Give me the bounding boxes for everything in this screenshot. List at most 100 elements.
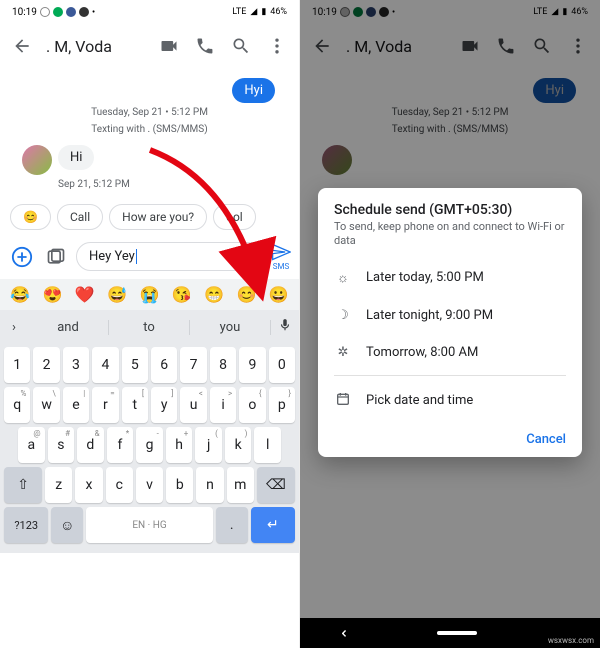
schedule-option-pick[interactable]: Pick date and time — [334, 380, 566, 422]
emoji[interactable]: 😂 — [10, 285, 30, 304]
key[interactable]: x — [75, 467, 102, 503]
key[interactable]: d& — [77, 427, 104, 463]
status-battery: 46% — [270, 7, 287, 17]
search-icon[interactable] — [229, 34, 253, 58]
key[interactable]: 6 — [151, 347, 177, 383]
period-key[interactable]: . — [216, 507, 248, 543]
key[interactable]: 7 — [180, 347, 206, 383]
key[interactable]: 2 — [33, 347, 59, 383]
more-icon[interactable] — [265, 34, 289, 58]
key[interactable]: k) — [225, 427, 252, 463]
conversation-title[interactable]: . M, Voda — [46, 37, 145, 56]
status-app-icon — [53, 7, 63, 17]
key[interactable]: m — [227, 467, 254, 503]
key[interactable]: 0 — [269, 347, 295, 383]
emoji[interactable]: ❤️ — [75, 285, 95, 304]
key[interactable]: 9 — [239, 347, 265, 383]
message-text: Hey Yey — [89, 249, 135, 264]
call-icon[interactable] — [193, 34, 217, 58]
emoji[interactable]: 😭 — [140, 285, 160, 304]
key[interactable]: 4 — [92, 347, 118, 383]
key[interactable]: y] — [151, 387, 177, 423]
key[interactable]: g- — [136, 427, 163, 463]
shift-key[interactable]: ⇧ — [4, 467, 42, 503]
schedule-option-tomorrow[interactable]: ✲ Tomorrow, 8:00 AM — [334, 334, 566, 371]
emoji[interactable]: 😁 — [204, 285, 224, 304]
emoji[interactable]: 😊 — [237, 285, 257, 304]
key[interactable]: t[ — [122, 387, 148, 423]
schedule-send-dialog: Schedule send (GMT+05:30) To send, keep … — [318, 188, 582, 457]
battery-icon: ▮ — [261, 7, 266, 17]
symbols-key[interactable]: ?123 — [4, 507, 48, 543]
suggestion[interactable]: to — [109, 320, 190, 335]
smart-reply-chip[interactable]: 😊 — [10, 204, 51, 230]
emoji-icon[interactable] — [238, 246, 256, 268]
sunrise-icon: ✲ — [334, 345, 352, 360]
key[interactable]: q% — [4, 387, 30, 423]
suggestion[interactable]: and — [28, 320, 109, 335]
nav-back-icon[interactable]: ⌄ — [338, 626, 357, 639]
enter-key[interactable]: ↵ — [251, 507, 295, 543]
phone-right: 10:19 • LTE ◢ ▮ 46% . M, Voda Hyi — [300, 0, 600, 648]
message-input[interactable]: Hey Yey — [76, 242, 265, 271]
key[interactable]: r= — [92, 387, 118, 423]
avatar[interactable] — [22, 145, 52, 175]
expand-icon[interactable]: › — [0, 320, 28, 335]
backspace-key[interactable]: ⌫ — [257, 467, 295, 503]
cancel-button[interactable]: Cancel — [526, 432, 566, 447]
emoji[interactable]: 😅 — [107, 285, 127, 304]
key[interactable]: h+ — [166, 427, 193, 463]
date-header: Tuesday, Sep 21 • 5:12 PM — [12, 107, 287, 118]
gallery-button[interactable] — [42, 243, 70, 271]
schedule-option-later-tonight[interactable]: ☽ Later tonight, 9:00 PM — [334, 297, 566, 334]
message-time: Sep 21, 5:12 PM — [12, 179, 287, 190]
suggestion[interactable]: you — [190, 320, 271, 335]
key[interactable]: z — [45, 467, 72, 503]
sun-icon: ☼ — [334, 270, 352, 286]
key[interactable]: a@ — [18, 427, 45, 463]
key[interactable]: s# — [48, 427, 75, 463]
key[interactable]: j( — [195, 427, 222, 463]
key[interactable]: w\ — [33, 387, 59, 423]
key[interactable]: 1 — [4, 347, 30, 383]
key[interactable]: v — [136, 467, 163, 503]
incoming-message[interactable]: Hi — [58, 145, 94, 170]
key[interactable]: l — [254, 427, 281, 463]
emoji[interactable]: 😍 — [43, 285, 63, 304]
smart-reply-chip[interactable]: Call — [57, 204, 103, 230]
smart-reply-chip[interactable]: ool — [213, 204, 256, 230]
key[interactable]: i> — [210, 387, 236, 423]
key[interactable]: c — [106, 467, 133, 503]
signal-icon: ◢ — [250, 7, 257, 17]
emoji-key[interactable]: ☺ — [51, 507, 83, 543]
schedule-option-later-today[interactable]: ☼ Later today, 5:00 PM — [334, 259, 566, 297]
status-app-icon — [40, 7, 50, 17]
outgoing-message[interactable]: Hyi — [232, 78, 275, 103]
keyboard: 1 2 3 4 5 6 7 8 9 0 q% w\ e| r= t[ y] u<… — [0, 344, 299, 553]
video-call-icon[interactable] — [157, 34, 181, 58]
key[interactable]: u< — [180, 387, 206, 423]
key[interactable]: n — [196, 467, 223, 503]
status-bar: 10:19 • LTE ◢ ▮ 46% — [0, 0, 299, 24]
conversation-area: Hyi Tuesday, Sep 21 • 5:12 PM Texting wi… — [0, 68, 299, 196]
emoji[interactable]: 😘 — [172, 285, 192, 304]
compose-bar: Hey Yey SMS — [0, 238, 299, 279]
key[interactable]: 8 — [210, 347, 236, 383]
dialog-title: Schedule send (GMT+05:30) — [334, 202, 566, 218]
key[interactable]: 5 — [122, 347, 148, 383]
key[interactable]: 3 — [63, 347, 89, 383]
divider — [334, 375, 566, 376]
nav-home-icon[interactable] — [437, 631, 477, 635]
key[interactable]: f* — [107, 427, 134, 463]
back-icon[interactable] — [10, 34, 34, 58]
emoji[interactable]: 😀 — [269, 285, 289, 304]
add-button[interactable] — [8, 243, 36, 271]
smart-reply-chip[interactable]: How are you? — [109, 204, 207, 230]
mic-icon[interactable] — [271, 318, 299, 336]
key[interactable]: e| — [63, 387, 89, 423]
key[interactable]: p} — [269, 387, 295, 423]
send-button[interactable]: SMS — [271, 242, 291, 271]
key[interactable]: b — [166, 467, 193, 503]
key[interactable]: o{ — [239, 387, 265, 423]
space-key[interactable]: EN · HG — [86, 507, 213, 543]
